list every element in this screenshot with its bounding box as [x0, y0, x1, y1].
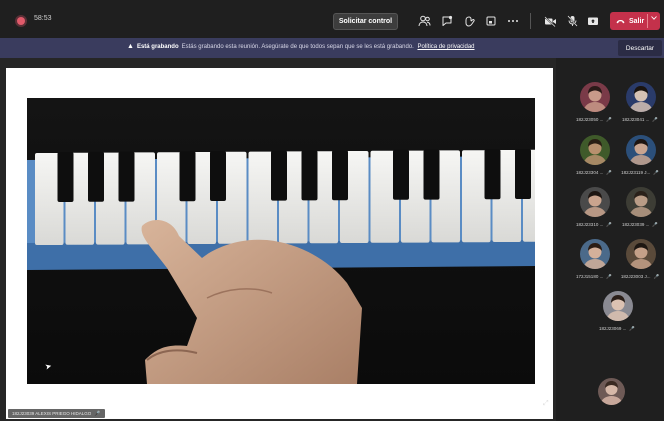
mic-off-small-icon: 🎤: [606, 222, 612, 227]
participant-avatar: [580, 135, 610, 165]
mic-off-small-icon: 🎤: [606, 170, 612, 175]
mic-off-small-icon: 🎤: [652, 222, 658, 227]
mic-off-small-icon: 🎤: [653, 274, 660, 279]
black-key: [179, 151, 196, 202]
request-control-button[interactable]: Solicitar control: [333, 13, 398, 30]
participant-name: 182J23039 ... 🎤: [613, 222, 664, 228]
presenter-name-tag: 182J23039 ALEXIS PRIEGO HIDALGO 🎤: [8, 409, 105, 418]
presenter-name: 182J23039 ALEXIS PRIEGO HIDALGO: [12, 411, 92, 416]
toolbar-divider: [530, 13, 531, 29]
chat-icon[interactable]: [437, 11, 457, 31]
participant-name-text: 182J23039 ...: [622, 222, 650, 227]
mic-off-small-icon: 🎤: [652, 117, 658, 122]
shared-video: [27, 98, 535, 384]
recording-message: ▲ Está grabando Estás grabando esta reunió…: [127, 43, 475, 50]
expand-icon[interactable]: ⤢: [543, 400, 549, 408]
participant-avatar: [603, 291, 633, 321]
leave-button[interactable]: Salir: [610, 12, 660, 30]
mic-off-small-icon: 🎤: [606, 117, 612, 122]
black-key: [118, 151, 135, 202]
participant-avatar: [626, 187, 656, 217]
participant-tile[interactable]: 182J23003 J... 🎤: [613, 239, 664, 295]
recording-banner: ▲ Está grabando Estás grabando esta reunió…: [0, 38, 664, 58]
participant-name: 182J23041 ... 🎤: [613, 117, 664, 123]
black-key: [210, 151, 226, 201]
participant-tile[interactable]: 182J23119 J... 🎤: [613, 135, 664, 191]
participant-name: 182J23119 J... 🎤: [613, 170, 664, 176]
mic-off-small-icon: 🎤: [629, 326, 635, 331]
mic-off-small-icon: 🎤: [653, 170, 659, 175]
participant-name: 182J23069 ... 🎤: [590, 326, 644, 332]
participant-name-text: 182J23003 J...: [620, 274, 651, 279]
black-key: [423, 149, 440, 200]
black-key: [515, 149, 531, 199]
participant-name-text: 182J23069 ...: [599, 326, 627, 331]
black-key: [484, 149, 501, 200]
leave-label: Salir: [629, 17, 645, 25]
reactions-icon[interactable]: [460, 11, 480, 31]
black-key: [332, 150, 348, 201]
camera-off-icon[interactable]: [540, 11, 560, 31]
black-key: [88, 151, 104, 202]
participant-avatar: [580, 187, 610, 217]
participant-tile[interactable]: 182J23041 ... 🎤: [613, 82, 664, 138]
recording-body: Estás grabando esta reunión. Asegúrate d…: [181, 44, 414, 50]
more-icon[interactable]: [503, 11, 523, 31]
meeting-toolbar: 58:53 Solicitar control Salir: [0, 0, 664, 38]
privacy-policy-link[interactable]: Política de privacidad: [417, 44, 474, 50]
participant-name-text: 182J23304 ...: [576, 170, 604, 175]
participant-name: 182J23003 J... 🎤: [613, 274, 664, 280]
mic-off-small-icon: 🎤: [94, 410, 101, 417]
black-key: [301, 150, 318, 201]
teams-meeting-window: 58:53 Solicitar control Salir ▲ Está gra…: [0, 0, 664, 421]
recording-title: Está grabando: [136, 44, 179, 50]
participant-name-text: 172J15180 ...: [576, 274, 604, 279]
leave-divider: [647, 14, 648, 28]
participant-name-text: 182J23041 ...: [622, 117, 650, 122]
participant-avatar: [626, 82, 656, 112]
participants-icon[interactable]: [414, 11, 434, 31]
recording-dot-icon: [17, 17, 25, 25]
self-video-avatar[interactable]: [598, 378, 625, 405]
meeting-timer: 58:53: [34, 15, 52, 22]
participant-tile[interactable]: 182J23069 ... 🎤: [590, 291, 644, 347]
phone-icon: [616, 17, 625, 26]
participant-avatar: [580, 82, 610, 112]
warning-icon: ▲: [127, 43, 134, 50]
mic-off-icon[interactable]: [562, 11, 582, 31]
black-key: [57, 152, 74, 202]
share-icon[interactable]: [583, 11, 603, 31]
participant-tile[interactable]: 182J23039 ... 🎤: [613, 187, 664, 243]
participant-name-text: 182J23050 ...: [576, 117, 604, 122]
black-key: [393, 149, 409, 200]
rooms-icon[interactable]: [481, 11, 501, 31]
participant-avatar: [626, 239, 656, 269]
dismiss-button[interactable]: Descartar: [618, 40, 662, 56]
black-key: [271, 150, 287, 201]
participant-name-text: 182J23310 ...: [576, 222, 604, 227]
chevron-down-icon[interactable]: [651, 15, 657, 22]
mic-off-small-icon: 🎤: [606, 274, 612, 279]
participant-avatar: [626, 135, 656, 165]
participant-avatar: [580, 239, 610, 269]
participant-name-text: 182J23119 J...: [621, 170, 651, 175]
